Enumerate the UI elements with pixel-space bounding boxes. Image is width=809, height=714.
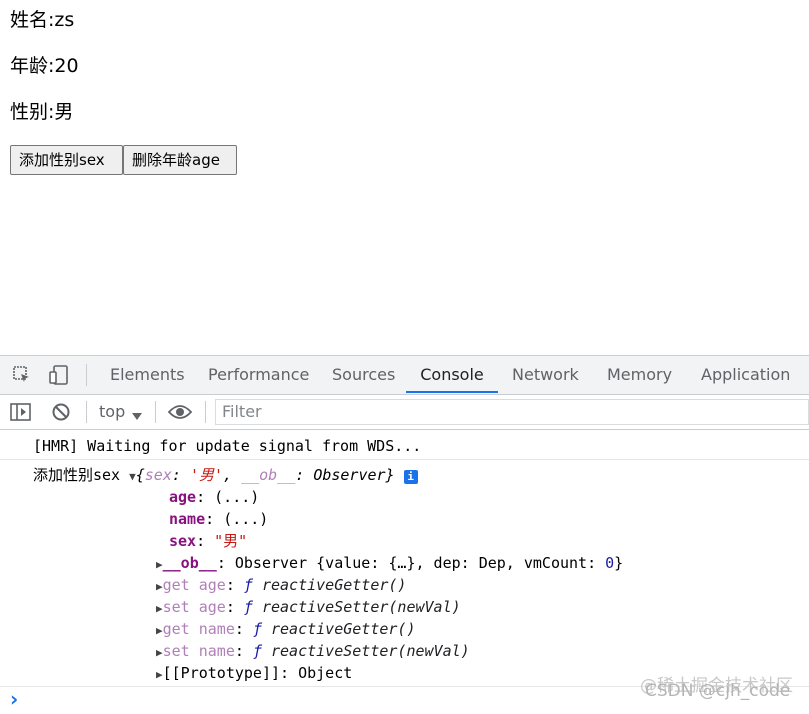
prop-sex: sex: "男" <box>169 532 248 550</box>
summary-sex-key: sex <box>144 466 172 484</box>
expand-triangle-icon[interactable]: ▶ <box>156 580 163 593</box>
setter-age-key: set age <box>162 598 226 616</box>
log-entry-summary[interactable]: 添加性别sex ▼{sex: '男', __ob__: Observer} i <box>33 465 418 487</box>
console-divider <box>0 459 809 460</box>
getter-name[interactable]: ▶get name: ƒ reactiveGetter() <box>156 619 416 641</box>
setter-name-fn: reactiveSetter(newVal) <box>271 642 470 660</box>
summary-ob-key: __ob__ <box>241 466 296 484</box>
context-selector[interactable]: top <box>99 400 125 424</box>
prop-name-value[interactable]: (...) <box>223 510 268 528</box>
expand-triangle-icon[interactable]: ▶ <box>156 602 163 615</box>
brace: { <box>135 466 145 484</box>
prototype[interactable]: ▶[[Prototype]]: Object <box>156 663 352 685</box>
summary-ob-value: Observer} <box>313 466 395 484</box>
prototype-value: Object <box>298 664 353 682</box>
tab-sources[interactable]: Sources <box>332 356 395 393</box>
expand-triangle-icon[interactable]: ▼ <box>129 470 136 483</box>
tab-network[interactable]: Network <box>512 356 579 393</box>
expand-triangle-icon[interactable]: ▶ <box>156 624 163 637</box>
setter-name[interactable]: ▶set name: ƒ reactiveSetter(newVal) <box>156 641 470 663</box>
prop-age-key: age <box>169 488 197 506</box>
prop-age-value[interactable]: (...) <box>214 488 259 506</box>
tab-console[interactable]: Console <box>406 356 498 393</box>
dropdown-icon[interactable] <box>131 407 143 426</box>
toolbar-separator <box>86 401 87 423</box>
getter-age[interactable]: ▶get age: ƒ reactiveGetter() <box>156 575 406 597</box>
prototype-key: [[Prototype]] <box>162 664 281 682</box>
prop-sex-value: "男" <box>214 532 248 550</box>
hmr-message: [HMR] Waiting for update signal from WDS… <box>33 437 422 455</box>
clear-console-icon[interactable] <box>51 402 71 426</box>
prop-ob-close: } <box>614 554 624 572</box>
devtools-tabbar: Elements Performance Sources Console Net… <box>0 356 809 395</box>
console-toolbar: top Filter <box>0 395 809 430</box>
expand-triangle-icon[interactable]: ▶ <box>156 668 163 681</box>
prop-name: name: (...) <box>169 510 269 528</box>
prop-ob-key: __ob__ <box>162 554 217 572</box>
filter-input[interactable]: Filter <box>215 399 809 425</box>
inspect-element-icon[interactable] <box>12 365 32 389</box>
getter-name-key: get name <box>162 620 235 638</box>
prop-sex-key: sex <box>169 532 197 550</box>
setter-name-key: set name <box>162 642 235 660</box>
log-label: 添加性别sex <box>33 466 121 484</box>
prop-name-key: name <box>169 510 206 528</box>
tab-performance[interactable]: Performance <box>208 356 309 393</box>
prop-ob-value: Observer {value: {…}, dep: Dep, vmCount: <box>234 554 606 572</box>
getter-name-fn: reactiveGetter() <box>271 620 416 638</box>
summary-sex-value: '男' <box>189 466 223 484</box>
name-line: 姓名:zs <box>10 9 75 31</box>
tabbar-separator <box>86 364 87 386</box>
age-line: 年龄:20 <box>10 55 79 77</box>
expand-triangle-icon[interactable]: ▶ <box>156 558 163 571</box>
toolbar-separator-2 <box>155 401 156 423</box>
delete-age-button[interactable]: 删除年龄age <box>123 145 237 175</box>
setter-age[interactable]: ▶set age: ƒ reactiveSetter(newVal) <box>156 597 461 619</box>
watermark-csdn: CSDN @cjh_code <box>645 681 791 701</box>
prop-ob-vmcount: 0 <box>605 554 615 572</box>
setter-age-fn: reactiveSetter(newVal) <box>261 598 461 616</box>
tab-memory[interactable]: Memory <box>607 356 672 393</box>
tab-application[interactable]: Application <box>701 356 790 393</box>
eye-icon[interactable] <box>167 403 193 425</box>
toolbar-separator-3 <box>205 401 206 423</box>
prompt-chevron-icon[interactable]: › <box>10 687 18 711</box>
prop-ob[interactable]: ▶__ob__: Observer {value: {…}, dep: Dep,… <box>156 553 623 575</box>
getter-age-fn: reactiveGetter() <box>261 576 407 594</box>
device-toolbar-icon[interactable] <box>48 364 70 390</box>
sidebar-toggle-icon[interactable] <box>10 402 32 426</box>
devtools-panel: Elements Performance Sources Console Net… <box>0 355 809 714</box>
expand-triangle-icon[interactable]: ▶ <box>156 646 163 659</box>
info-icon[interactable]: i <box>403 470 418 484</box>
prop-age: age: (...) <box>169 488 260 506</box>
tab-elements[interactable]: Elements <box>110 356 185 393</box>
sex-line: 性别:男 <box>10 101 74 123</box>
add-sex-button[interactable]: 添加性别sex <box>10 145 123 175</box>
getter-age-key: get age <box>162 576 226 594</box>
